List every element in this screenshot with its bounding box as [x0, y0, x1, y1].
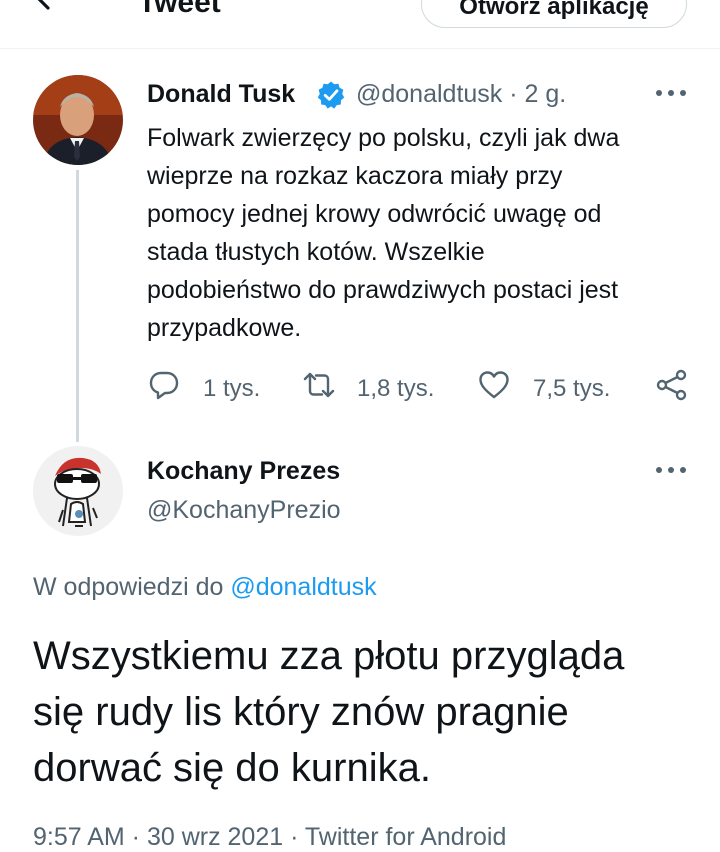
more-icon[interactable]: [656, 467, 686, 475]
back-arrow-icon[interactable]: [30, 0, 70, 18]
reply-prefix: W odpowiedzi do: [33, 573, 224, 601]
reply-context: W odpowiedzi do @donaldtusk: [33, 573, 377, 602]
more-icon[interactable]: [656, 90, 686, 98]
like-count: 7,5 tys.: [533, 375, 611, 402]
reply-count: 1 tys.: [203, 375, 261, 402]
retweet-icon: [303, 372, 335, 398]
tweet-meta[interactable]: 9:57 AM · 30 wrz 2021 · Twitter for Andr…: [33, 823, 506, 852]
tweet-text: Wszystkiemu zza płotu przygląda się rudy…: [33, 634, 625, 790]
thread-line: [76, 170, 79, 442]
tweet-text: Folwark zwierzęcy po polsku, czyli jak d…: [147, 124, 620, 342]
avatar[interactable]: [33, 446, 123, 536]
reply-button[interactable]: 1 tys.: [148, 367, 268, 407]
retweet-button[interactable]: 1,8 tys.: [302, 367, 442, 407]
share-button[interactable]: [655, 367, 689, 407]
tweet-time: · 2 g.: [509, 80, 567, 108]
page-title: Tweet: [138, 0, 221, 19]
reply-mention-link[interactable]: @donaldtusk: [230, 573, 376, 601]
like-icon: [479, 371, 509, 399]
author-handle[interactable]: @donaldtusk · 2 g.: [356, 80, 566, 109]
open-app-button[interactable]: Otwórz aplikację: [421, 0, 687, 28]
reply-icon: [149, 371, 179, 400]
share-icon: [656, 369, 687, 401]
top-bar: Tweet Otwórz aplikację: [0, 0, 720, 49]
author-name[interactable]: Kochany Prezes: [147, 457, 340, 486]
author-handle-text: @donaldtusk: [356, 80, 503, 108]
verified-badge-icon: [317, 81, 345, 109]
retweet-count: 1,8 tys.: [357, 375, 435, 402]
author-name[interactable]: Donald Tusk: [147, 80, 295, 109]
avatar[interactable]: [33, 75, 123, 165]
open-app-label: Otwórz aplikację: [459, 0, 649, 20]
like-button[interactable]: 7,5 tys.: [478, 367, 618, 407]
author-handle[interactable]: @KochanyPrezio: [147, 496, 341, 525]
